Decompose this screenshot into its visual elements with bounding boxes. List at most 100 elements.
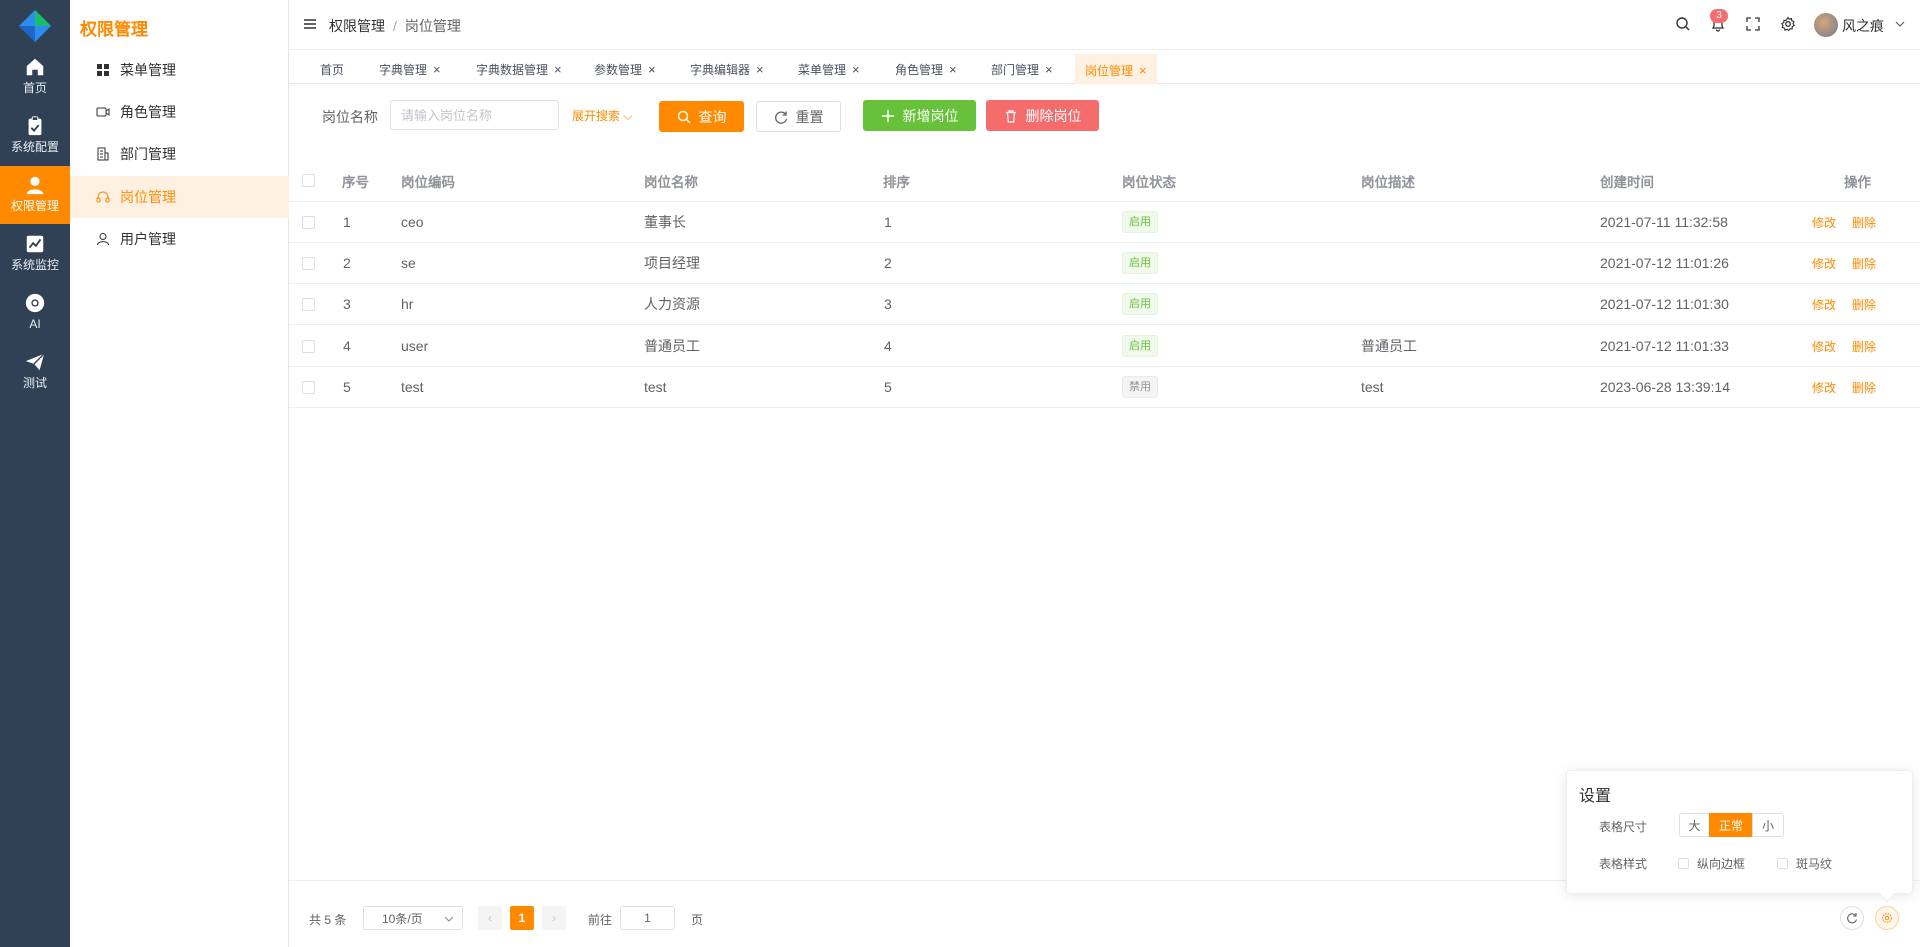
rail-item-permission[interactable]: 权限管理 [0,166,70,224]
cell-name: 项目经理 [644,255,700,271]
submenu-item-menu[interactable]: 菜单管理 [70,49,289,91]
close-icon[interactable]: × [648,63,656,76]
reset-button[interactable]: 重置 [756,101,841,132]
tab-label: 首页 [320,62,345,77]
table-row[interactable]: 3 hr 人力资源 3 启用 2021-07-12 11:01:30 修改 删除 [289,284,1920,325]
table-row[interactable]: 5 test test 5 禁用 test 2023-06-28 13:39:1… [289,367,1920,408]
submenu-item-dept[interactable]: 部门管理 [70,133,289,175]
close-icon[interactable]: × [1045,63,1053,76]
row-checkbox[interactable] [302,215,315,229]
table-settings-button[interactable] [1875,906,1899,930]
tab-dept[interactable]: 部门管理 × [981,54,1063,84]
tab-params[interactable]: 参数管理 × [584,54,666,84]
rail-item-test[interactable]: 测试 [0,343,70,401]
tab-dict-data[interactable]: 字典数据管理 × [466,54,572,84]
tab-dict[interactable]: 字典管理 × [369,54,451,84]
edit-link[interactable]: 修改 [1812,338,1836,355]
close-icon[interactable]: × [949,63,957,76]
goto-page-input[interactable] [620,906,675,930]
add-post-button[interactable]: 新增岗位 [863,100,976,131]
hamburger-icon[interactable] [303,17,317,31]
vertical-border-checkbox[interactable]: 纵向边框 [1678,855,1745,872]
select-all-checkbox[interactable] [302,174,315,187]
table-row[interactable]: 4 user 普通员工 4 启用 普通员工 2021-07-12 11:01:3… [289,326,1920,367]
close-icon[interactable]: × [756,63,764,76]
size-option-large[interactable]: 大 [1679,813,1710,837]
table-header: 序号 岗位编码 岗位名称 排序 岗位状态 岗位描述 创建时间 操作 [289,160,1920,202]
rail-item-monitor[interactable]: 系统监控 [0,225,70,283]
tab-role[interactable]: 角色管理 × [885,54,967,84]
submenu-item-post[interactable]: 岗位管理 [70,176,289,218]
row-checkbox[interactable] [302,256,315,270]
size-option-normal[interactable]: 正常 [1709,813,1753,837]
gear-icon[interactable] [1780,16,1796,32]
prev-page-button[interactable]: ‹ [478,906,502,930]
rail-item-label: 权限管理 [10,199,59,213]
refresh-table-button[interactable] [1840,906,1864,930]
tab-label: 部门管理 [991,62,1040,77]
checkbox-box [1777,858,1788,869]
status-badge: 禁用 [1122,376,1158,398]
app-logo [19,10,51,42]
tab-home[interactable]: 首页 [310,54,354,84]
edit-link[interactable]: 修改 [1812,379,1836,396]
delete-link[interactable]: 删除 [1852,379,1876,396]
username[interactable]: 风之痕 [1842,16,1884,36]
avatar[interactable] [1814,13,1838,37]
headset-icon [96,191,110,203]
page-number-current[interactable]: 1 [510,906,534,930]
cell-sort: 2 [884,255,892,271]
rail-item-label: AI [29,317,41,331]
reset-button-label: 重置 [795,108,824,125]
rail-item-system-config[interactable]: 系统配置 [0,107,70,165]
delete-post-button[interactable]: 删除岗位 [986,100,1099,131]
submenu-item-role[interactable]: 角色管理 [70,91,289,133]
cell-code: hr [401,296,414,312]
query-button[interactable]: 查询 [659,101,744,132]
search-icon[interactable] [1675,16,1691,32]
table-row[interactable]: 1 ceo 董事长 1 启用 2021-07-11 11:32:58 修改 删除 [289,202,1920,243]
close-icon[interactable]: × [1139,64,1147,77]
next-page-button[interactable]: › [542,906,566,930]
column-header: 岗位描述 [1361,174,1415,190]
grid-icon [97,64,109,76]
send-icon [25,353,45,371]
delete-link[interactable]: 删除 [1852,255,1876,272]
row-checkbox[interactable] [302,380,315,394]
post-name-input[interactable] [390,100,559,130]
tab-dict-editor[interactable]: 字典编辑器 × [680,54,774,84]
breadcrumb-item[interactable]: 权限管理 [329,18,385,34]
breadcrumb-item-current: 岗位管理 [404,18,461,34]
edit-link[interactable]: 修改 [1812,255,1836,272]
post-name-label: 岗位名称 [322,109,378,125]
page-size-select[interactable]: 10条/页 [363,906,463,930]
size-option-small[interactable]: 小 [1752,813,1784,837]
rail-item-home[interactable]: 首页 [0,48,70,106]
delete-link[interactable]: 删除 [1852,338,1876,355]
trash-icon [1005,109,1016,123]
tab-label: 角色管理 [895,62,944,77]
expand-search-label: 展开搜索 [572,109,621,123]
delete-link[interactable]: 删除 [1852,214,1876,231]
close-icon[interactable]: × [852,63,860,76]
edit-link[interactable]: 修改 [1812,296,1836,313]
cell-created: 2021-07-11 11:32:58 [1600,214,1728,230]
column-header: 创建时间 [1600,174,1654,190]
delete-link[interactable]: 删除 [1852,296,1876,313]
close-icon[interactable]: × [433,63,441,76]
close-icon[interactable]: × [554,63,562,76]
stripe-checkbox[interactable]: 斑马纹 [1777,855,1832,872]
row-checkbox[interactable] [302,297,315,311]
edit-link[interactable]: 修改 [1812,214,1836,231]
submenu-item-user[interactable]: 用户管理 [70,218,289,260]
submenu-item-label: 角色管理 [120,104,176,120]
expand-search-link[interactable]: 展开搜索 ⌵ [572,107,632,124]
table-row[interactable]: 2 se 项目经理 2 启用 2021-07-12 11:01:26 修改 删除 [289,243,1920,284]
rail-item-ai[interactable]: AI [0,284,70,342]
chevron-down-icon[interactable] [1895,19,1905,29]
user-icon [26,176,44,195]
row-checkbox[interactable] [302,339,315,353]
fullscreen-icon[interactable] [1745,16,1761,32]
tab-menu[interactable]: 菜单管理 × [788,54,870,84]
tab-post[interactable]: 岗位管理 × [1075,54,1157,84]
